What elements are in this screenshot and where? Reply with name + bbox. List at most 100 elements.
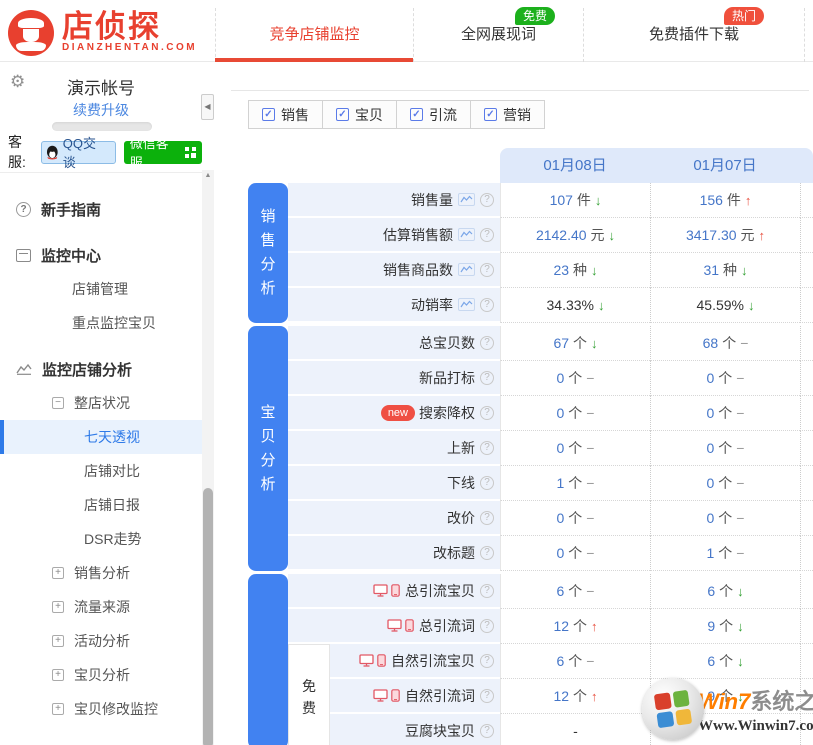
help-icon[interactable]: ? — [480, 511, 494, 525]
checkbox-checked-icon[interactable]: ✓ — [262, 108, 275, 121]
row-label: 销售商品数 — [383, 260, 453, 280]
value-cell-clipped — [800, 288, 813, 323]
value-cell-clipped — [800, 574, 813, 609]
trend-down-arrow: ↓ — [595, 193, 602, 208]
tab-competitor-shop-monitor[interactable]: 竞争店铺监控 — [215, 8, 413, 62]
row-label-cell: 上新? — [288, 431, 500, 466]
sidebar-item-6[interactable]: −整店状况 — [0, 386, 202, 420]
watermark-url: Www.Winwin7.com — [698, 718, 813, 735]
wechat-service-button[interactable]: 微信客服 — [124, 141, 202, 164]
sidebar-item-7[interactable]: 七天透视 — [0, 420, 202, 454]
tab-free-plugin-download[interactable]: 免费插件下载 热门 — [583, 8, 805, 62]
value-number: 12 — [553, 688, 569, 704]
value-cell: 68个− — [650, 326, 800, 361]
minus-box-icon: − — [52, 397, 64, 409]
help-icon[interactable]: ? — [480, 336, 494, 350]
help-icon[interactable]: ? — [480, 193, 494, 207]
renew-upgrade-link[interactable]: 续费升级 — [0, 100, 202, 120]
sidebar-item-10[interactable]: DSR走势 — [0, 522, 202, 556]
checkbox-checked-icon[interactable]: ✓ — [410, 108, 423, 121]
table-group-2: 总宝贝数?67个↓68个−新品打标?0个−0个−new搜索降权?0个−0个−上新… — [288, 326, 813, 571]
trend-chart-icon[interactable] — [458, 193, 475, 206]
trend-chart-icon[interactable] — [458, 228, 475, 241]
sidebar-item-label: 销售分析 — [74, 563, 130, 583]
filter-button-2[interactable]: ✓宝贝 — [322, 100, 397, 129]
group-tab-2[interactable]: 宝贝分析 — [248, 326, 288, 571]
sidebar-item-2[interactable]: 监控中心 — [0, 238, 202, 272]
row-label-cell: 销售商品数? — [288, 253, 500, 288]
help-icon[interactable]: ? — [480, 371, 494, 385]
row-label: 总引流词 — [419, 616, 475, 636]
archive-icon — [16, 249, 31, 262]
value-unit: 个 — [719, 616, 733, 636]
help-icon[interactable]: ? — [480, 654, 494, 668]
row-label-cell: 总宝贝数? — [288, 326, 500, 361]
free-badge: 免费 — [515, 7, 555, 25]
value-cell: 107件 ↓ — [500, 183, 650, 218]
trend-chart-icon[interactable] — [458, 298, 475, 311]
group-tab-1[interactable]: 销售分析 — [248, 183, 288, 323]
filter-button-3[interactable]: ✓引流 — [396, 100, 471, 129]
plus-box-icon: + — [52, 635, 64, 647]
sidebar-item-8[interactable]: 店铺对比 — [0, 454, 202, 488]
row-label-cell: 估算销售额? — [288, 218, 500, 253]
sidebar-item-5[interactable]: 监控店铺分析 — [0, 352, 202, 386]
value-number: 1 — [557, 475, 565, 491]
help-icon[interactable]: ? — [480, 476, 494, 490]
phone-icon — [374, 654, 386, 667]
filter-button-1[interactable]: ✓销售 — [248, 100, 323, 129]
filter-button-4[interactable]: ✓营销 — [470, 100, 545, 129]
qq-chat-button[interactable]: QQ交谈 — [41, 141, 116, 164]
value-number: 107 — [550, 192, 573, 208]
group-tab-char: 宝 — [260, 401, 275, 425]
value-unit: 件 — [577, 190, 591, 210]
monitor-icon — [373, 689, 388, 702]
sub-group-char: 费 — [302, 697, 316, 719]
sidebar-item-label: 店铺日报 — [84, 495, 140, 515]
help-icon[interactable]: ? — [480, 584, 494, 598]
scrollbar-thumb[interactable] — [203, 488, 213, 745]
sidebar-collapse-handle[interactable]: ◀ — [201, 94, 214, 120]
value-cell: 34.33%↓ — [500, 288, 650, 323]
scrollbar-up-arrow[interactable]: ▲ — [202, 172, 214, 179]
group-tab-3[interactable] — [248, 574, 288, 745]
checkbox-checked-icon[interactable]: ✓ — [336, 108, 349, 121]
value-number: 0 — [707, 370, 715, 386]
help-icon[interactable]: ? — [480, 228, 494, 242]
monitor-icon — [359, 654, 374, 667]
help-icon[interactable]: ? — [480, 263, 494, 277]
sidebar-item-14[interactable]: +宝贝分析 — [0, 658, 202, 692]
value-number: 0 — [557, 440, 565, 456]
sidebar-item-13[interactable]: +活动分析 — [0, 624, 202, 658]
help-icon[interactable]: ? — [480, 724, 494, 738]
sidebar-item-12[interactable]: +流量来源 — [0, 590, 202, 624]
sidebar-item-15[interactable]: +宝贝修改监控 — [0, 692, 202, 726]
row-label: 自然引流词 — [405, 686, 475, 706]
logo[interactable]: 店侦探 DIANZHENTAN.COM — [8, 10, 197, 56]
trend-chart-icon[interactable] — [458, 263, 475, 276]
row-label: 上新 — [447, 438, 475, 458]
row-label: 估算销售额 — [383, 225, 453, 245]
trend-up-arrow: ↑ — [759, 228, 766, 243]
help-icon[interactable]: ? — [480, 546, 494, 560]
help-icon[interactable]: ? — [480, 689, 494, 703]
value-cell: - — [500, 714, 650, 745]
sidebar-item-3[interactable]: 店铺管理 — [0, 272, 202, 306]
sidebar-scrollbar[interactable]: ▲ — [202, 170, 214, 745]
trend-down-arrow: ↓ — [591, 263, 598, 278]
checkbox-checked-icon[interactable]: ✓ — [484, 108, 497, 121]
help-icon[interactable]: ? — [480, 441, 494, 455]
tab-network-display-words[interactable]: 全网展现词 免费 — [413, 8, 583, 62]
help-icon[interactable]: ? — [480, 298, 494, 312]
sidebar-item-4[interactable]: 重点监控宝贝 — [0, 306, 202, 340]
value-cell-clipped — [800, 536, 813, 571]
sidebar-item-9[interactable]: 店铺日报 — [0, 488, 202, 522]
help-icon[interactable]: ? — [480, 406, 494, 420]
sidebar-item-1[interactable]: ?新手指南 — [0, 192, 202, 226]
row-label-cell: 下线? — [288, 466, 500, 501]
help-icon[interactable]: ? — [480, 619, 494, 633]
table-row: 估算销售额?2142.40元↓3417.30元↑ — [288, 218, 813, 253]
sidebar-item-label: 店铺管理 — [72, 279, 128, 299]
value-cell: 0个− — [650, 431, 800, 466]
sidebar-item-11[interactable]: +销售分析 — [0, 556, 202, 590]
